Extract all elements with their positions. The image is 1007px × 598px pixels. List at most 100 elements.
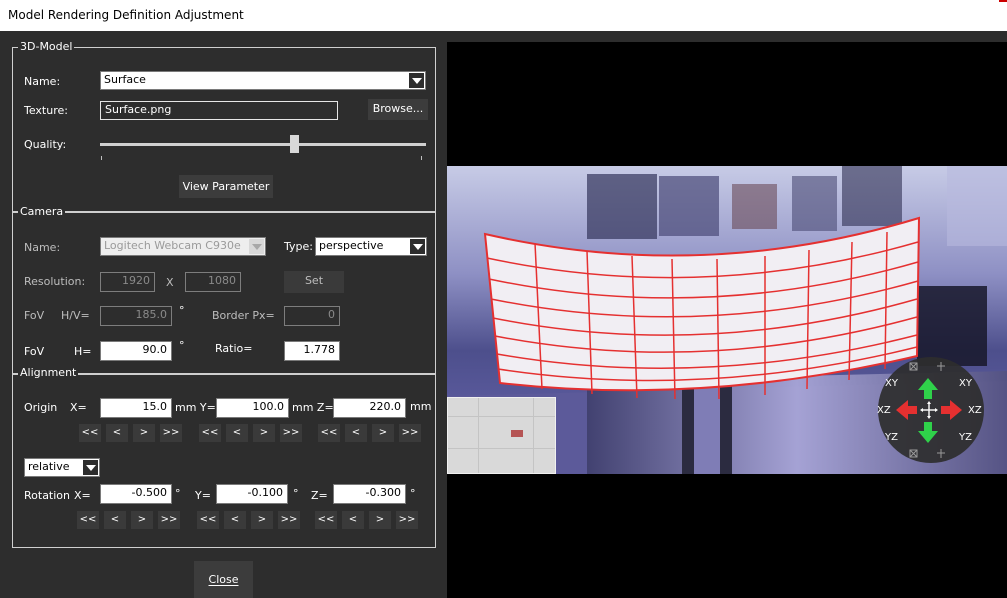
rotation-z-label: Z= <box>311 489 328 502</box>
camera-type-select[interactable]: perspective <box>315 237 427 256</box>
rotation-z-step-forward[interactable]: > <box>369 511 391 529</box>
rotation-x-degree: ° <box>175 487 181 500</box>
nav-xy-left[interactable]: XY <box>885 377 898 391</box>
set-button: Set <box>284 271 344 293</box>
type-label: Type: <box>284 240 313 253</box>
origin-y-field[interactable]: 100.0 <box>216 398 289 418</box>
chevron-down-icon[interactable] <box>409 73 424 88</box>
origin-x-label: X= <box>70 401 87 414</box>
browse-button[interactable]: Browse... <box>368 99 428 120</box>
origin-z-step-fast-forward[interactable]: >> <box>399 424 421 442</box>
close-button-label: Close <box>208 573 239 586</box>
rotation-y-label: Y= <box>195 489 211 502</box>
origin-z-step-back[interactable]: < <box>345 424 367 442</box>
texture-label: Texture: <box>24 104 68 117</box>
fov2-label: FoV <box>24 345 45 358</box>
camera-group-title: Camera <box>18 205 66 218</box>
rotation-x-label: X= <box>74 489 91 502</box>
resolution-height-field: 1080 <box>185 272 241 292</box>
origin-x-step-back[interactable]: < <box>106 424 128 442</box>
close-button[interactable]: Close <box>194 561 253 598</box>
origin-z-step-fast-back[interactable]: << <box>318 424 340 442</box>
fov-h-degree: ° <box>179 339 185 352</box>
origin-y-step-forward[interactable]: > <box>253 424 275 442</box>
nav-xy-right[interactable]: XY <box>959 377 972 391</box>
rotation-z-field[interactable]: -0.300 <box>333 484 406 504</box>
rotation-y-step-fast-forward[interactable]: >> <box>278 511 300 529</box>
texture-field[interactable]: Surface.png <box>100 101 338 120</box>
camera-name-value: Logitech Webcam C930e <box>104 239 241 252</box>
model-name-value: Surface <box>104 73 146 86</box>
slider-tick-min <box>101 156 102 160</box>
fov-label: FoV <box>24 309 45 322</box>
view-parameter-button[interactable]: View Parameter <box>179 175 273 198</box>
title-accent <box>999 0 1007 2</box>
origin-y-step-back[interactable]: < <box>226 424 248 442</box>
fov-hv-degree: ° <box>179 304 185 317</box>
rotation-x-step-forward[interactable]: > <box>131 511 153 529</box>
origin-x-field[interactable]: 15.0 <box>100 398 172 418</box>
fov-hv-field: 185.0 <box>100 306 172 326</box>
minimap-line <box>448 416 555 417</box>
quality-slider-thumb[interactable] <box>290 135 300 153</box>
model-name-select[interactable]: Surface <box>100 71 426 90</box>
minimap[interactable] <box>447 397 556 474</box>
rotation-y-degree: ° <box>293 487 299 500</box>
rotation-z-degree: ° <box>410 487 416 500</box>
title-bar: Model Rendering Definition Adjustment <box>0 0 1007 31</box>
quality-label: Quality: <box>24 138 67 151</box>
rotation-z-step-fast-forward[interactable]: >> <box>396 511 418 529</box>
ratio-label: Ratio= <box>215 342 253 355</box>
rotation-x-step-fast-back[interactable]: << <box>77 511 99 529</box>
chevron-down-icon[interactable] <box>83 460 98 475</box>
rotation-x-step-fast-forward[interactable]: >> <box>158 511 180 529</box>
alignment-mode-value: relative <box>28 460 70 473</box>
alignment-mode-select[interactable]: relative <box>24 458 100 477</box>
resolution-label: Resolution: <box>24 275 86 288</box>
minimap-line <box>478 398 479 473</box>
minimap-line <box>448 448 555 449</box>
model-name-label: Name: <box>24 75 61 88</box>
origin-label: Origin <box>24 401 58 414</box>
origin-z-label: mm Z= <box>292 401 334 414</box>
origin-x-step-fast-back[interactable]: << <box>79 424 101 442</box>
navigation-widget[interactable]: XY XY XZ XZ YZ YZ <box>873 356 993 466</box>
rotation-label: Rotation <box>24 489 71 502</box>
nav-yz-left[interactable]: YZ <box>885 431 898 445</box>
nav-xz-left[interactable]: XZ <box>877 404 891 418</box>
rotation-y-field[interactable]: -0.100 <box>216 484 288 504</box>
rotation-x-step-back[interactable]: < <box>104 511 126 529</box>
camera-name-label: Name: <box>24 241 61 254</box>
origin-x-step-fast-forward[interactable]: >> <box>160 424 182 442</box>
chevron-down-icon[interactable] <box>410 239 425 254</box>
rotation-y-step-fast-back[interactable]: << <box>197 511 219 529</box>
rotation-z-step-fast-back[interactable]: << <box>315 511 337 529</box>
resolution-width-field: 1920 <box>100 272 155 292</box>
fov-h-field[interactable]: 90.0 <box>100 341 172 361</box>
chevron-down-icon <box>249 239 264 254</box>
nav-xz-right[interactable]: XZ <box>968 404 982 418</box>
camera-name-select: Logitech Webcam C930e <box>100 237 266 256</box>
rotation-z-step-back[interactable]: < <box>342 511 364 529</box>
origin-z-field[interactable]: 220.0 <box>333 398 406 418</box>
minimap-marker <box>511 430 523 437</box>
origin-y-step-fast-back[interactable]: << <box>199 424 221 442</box>
slider-tick-max <box>421 156 422 160</box>
origin-x-step-forward[interactable]: > <box>133 424 155 442</box>
resolution-x-label: X <box>166 276 174 289</box>
rotation-y-step-back[interactable]: < <box>224 511 246 529</box>
window-title: Model Rendering Definition Adjustment <box>8 8 244 22</box>
nav-yz-right[interactable]: YZ <box>959 431 972 445</box>
origin-mm-label: mm <box>410 400 432 413</box>
quality-slider-track[interactable] <box>100 143 426 146</box>
origin-y-step-fast-forward[interactable]: >> <box>280 424 302 442</box>
model-group-title: 3D-Model <box>18 40 75 53</box>
origin-y-label: mm Y= <box>175 401 216 414</box>
fov-hv-label: H/V= <box>61 309 90 322</box>
rotation-y-step-forward[interactable]: > <box>251 511 273 529</box>
minimap-line <box>533 398 534 473</box>
ratio-field[interactable]: 1.778 <box>284 341 340 361</box>
fov-h-label: H= <box>74 345 92 358</box>
origin-z-step-forward[interactable]: > <box>372 424 394 442</box>
rotation-x-field[interactable]: -0.500 <box>100 484 172 504</box>
